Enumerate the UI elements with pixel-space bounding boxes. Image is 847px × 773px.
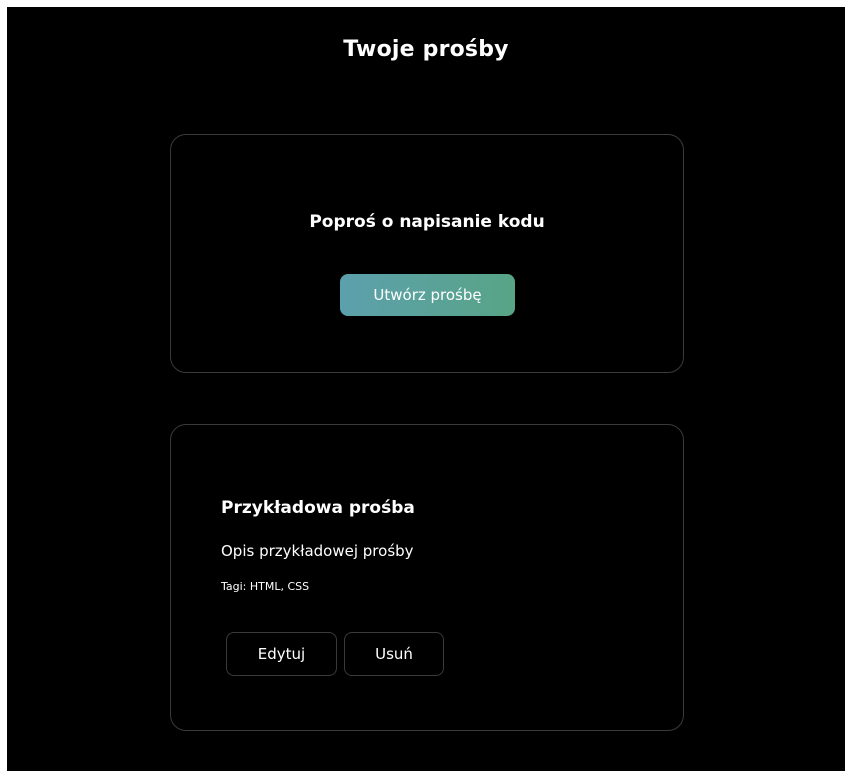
create-request-heading: Poproś o napisanie kodu (309, 212, 545, 232)
request-card: Przykładowa prośba Opis przykładowej pro… (170, 424, 684, 731)
edit-button[interactable]: Edytuj (226, 632, 337, 676)
request-tags: Tagi: HTML, CSS (221, 580, 310, 593)
page-title: Twoje prośby (343, 37, 509, 62)
request-title: Przykładowa prośba (221, 498, 415, 518)
create-request-button[interactable]: Utwórz prośbę (340, 274, 515, 316)
delete-button[interactable]: Usuń (344, 632, 444, 676)
create-request-card: Poproś o napisanie kodu Utwórz prośbę (170, 134, 684, 373)
page-container: Twoje prośby Poproś o napisanie kodu Utw… (7, 7, 845, 771)
request-description: Opis przykładowej prośby (221, 542, 414, 560)
